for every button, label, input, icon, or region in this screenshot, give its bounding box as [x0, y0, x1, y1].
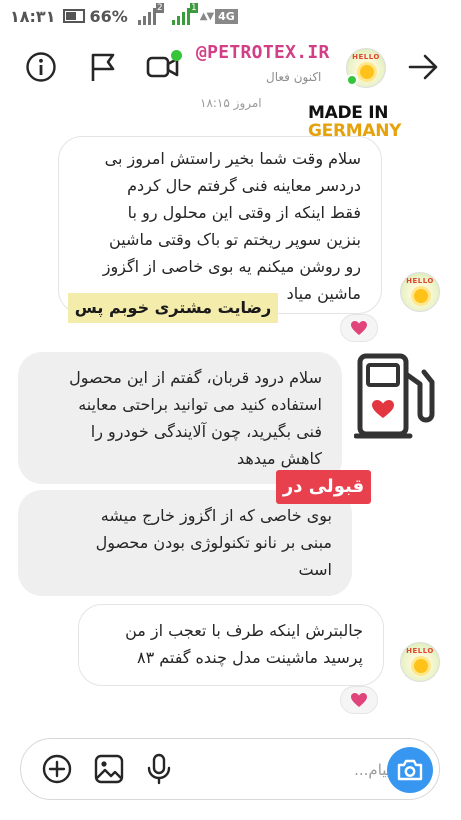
heart-reaction[interactable]: [340, 686, 378, 714]
made-in-line1: MADE IN: [308, 103, 389, 123]
overlay-caption-satisfaction: رضایت مشتری خوبم پس: [68, 293, 278, 323]
message-composer: [20, 738, 440, 800]
signal-sim2-icon: 2: [137, 3, 164, 25]
heart-reaction[interactable]: [340, 314, 378, 342]
active-status: اکنون فعال: [266, 70, 322, 84]
message-bubble-incoming[interactable]: سلام وقت شما بخیر راستش امروز بی دردسر م…: [58, 136, 382, 314]
camera-icon: [397, 759, 423, 781]
back-arrow-icon[interactable]: [406, 50, 440, 84]
sim1-badge: 1: [190, 3, 198, 13]
status-time: ۱۸:۳۱: [10, 6, 56, 26]
sender-avatar[interactable]: HELLO: [400, 272, 440, 312]
sim2-badge: 2: [156, 3, 164, 13]
chat-username[interactable]: @PETROTEX.IR: [196, 42, 336, 63]
heart-icon: [351, 321, 367, 335]
data-arrows-icon: ▲▼: [199, 10, 214, 22]
message-bubble-incoming[interactable]: جالبترش اینکه طرف با تعجب از من پرسید ما…: [78, 604, 384, 686]
sender-avatar[interactable]: HELLO: [400, 642, 440, 682]
status-bar: ۱۸:۳۱ 66% 2 1 ▲▼ 4G: [0, 0, 461, 32]
camera-button[interactable]: [387, 747, 433, 793]
overlay-caption-pass: قبولی در: [276, 470, 371, 504]
signal-sim1-icon: 1: [171, 3, 198, 25]
chat-header: @PETROTEX.IR اکنون فعال HELLO: [0, 36, 461, 98]
add-icon: [42, 754, 72, 784]
battery-percentage: 66%: [89, 6, 128, 26]
gallery-icon: [94, 754, 124, 784]
battery-icon: [63, 9, 86, 23]
made-in-germany-badge: MADE IN GERMANY: [308, 104, 401, 140]
chat-timestamp: امروز ۱۸:۱۵: [200, 96, 262, 110]
video-active-dot: [171, 50, 182, 61]
video-call-icon[interactable]: [146, 50, 182, 84]
heart-icon: [351, 693, 367, 707]
flag-icon[interactable]: [86, 50, 120, 84]
info-icon[interactable]: [24, 50, 58, 84]
fuel-pump-icon: [353, 352, 438, 440]
message-input[interactable]: [191, 755, 391, 785]
mic-icon: [147, 753, 171, 785]
network-type: 4G: [215, 8, 238, 24]
add-button[interactable]: [41, 753, 73, 785]
message-bubble-outgoing[interactable]: سلام درود قربان، گفتم از این محصول استفا…: [18, 352, 342, 484]
online-indicator: [346, 74, 358, 86]
message-bubble-outgoing[interactable]: بوی خاصی که از اگزوز خارج میشه مبنی بر ن…: [18, 490, 352, 596]
microphone-button[interactable]: [143, 753, 175, 785]
gallery-button[interactable]: [93, 753, 125, 785]
